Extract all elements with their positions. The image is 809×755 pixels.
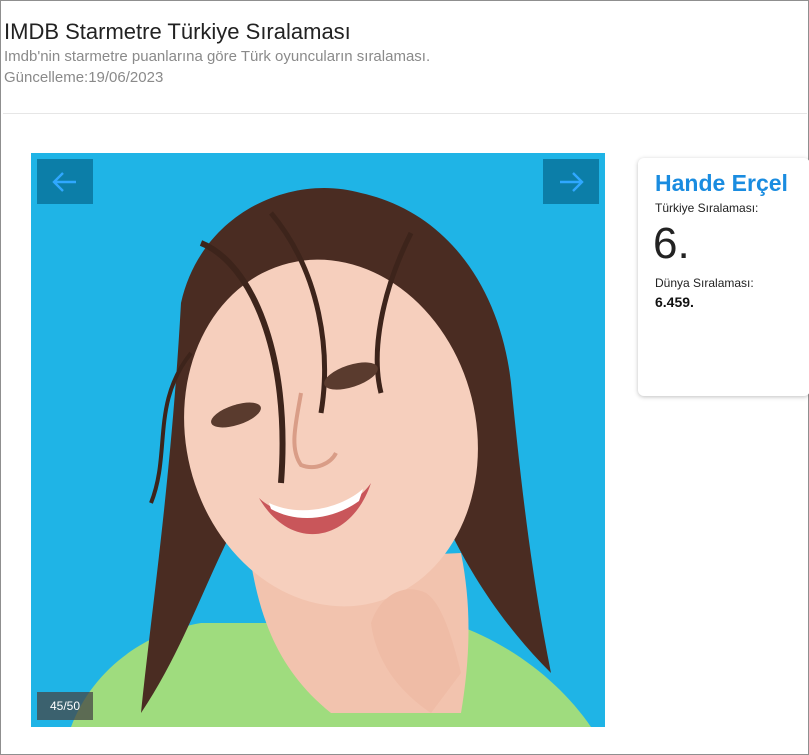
header-divider [3, 113, 807, 114]
page-header: IMDB Starmetre Türkiye Sıralaması Imdb'n… [4, 18, 430, 88]
arrow-right-icon [560, 171, 584, 192]
update-date: Güncelleme:19/06/2023 [4, 69, 164, 86]
page-title: IMDB Starmetre Türkiye Sıralaması [4, 19, 351, 44]
smiling-woman-photo [71, 187, 591, 727]
turkey-rank-value: 6. [653, 219, 690, 268]
world-rank-value: 6.459. [655, 294, 694, 310]
turkey-rank-label: Türkiye Sıralaması: [655, 201, 759, 215]
next-button[interactable] [543, 159, 599, 204]
actor-info-card: Hande Erçel Türkiye Sıralaması: 6. Dünya… [638, 158, 809, 396]
arrow-left-icon [52, 171, 76, 192]
slide-counter: 45/50 [37, 692, 93, 720]
page-subtitle: Imdb'nin starmetre puanlarına göre Türk … [4, 48, 431, 65]
world-rank-label: Dünya Sıralaması: [655, 276, 754, 290]
photo-slider[interactable]: 45/50 [31, 153, 605, 727]
actor-name[interactable]: Hande Erçel [655, 170, 788, 197]
prev-button[interactable] [37, 159, 93, 204]
